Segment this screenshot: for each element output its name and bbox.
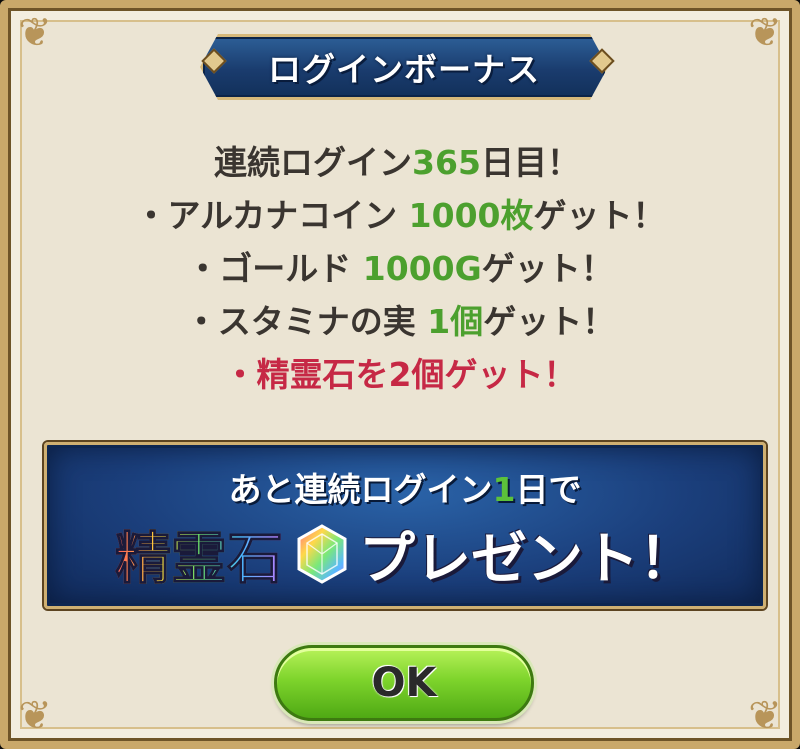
corner-ornament-icon: ❦ bbox=[18, 10, 52, 56]
reward-arcana-coin: ・アルカナコイン 1000枚ゲット！ bbox=[134, 196, 666, 235]
corner-ornament-icon: ❦ bbox=[748, 693, 782, 739]
corner-ornament-icon: ❦ bbox=[18, 693, 52, 739]
title-banner: ログインボーナス bbox=[200, 34, 608, 100]
spirit-stone-label: 精霊石 bbox=[115, 514, 284, 595]
present-label: プレゼント！ bbox=[359, 526, 695, 592]
consecutive-login-line: 連続ログイン365日目！ bbox=[214, 143, 580, 182]
login-bonus-dialog: ❦ ❦ ❦ ❦ ログインボーナス 連続ログイン365日目！ ・アルカナコイン 1… bbox=[0, 0, 800, 749]
reward-gold: ・ゴールド 1000Gゲット！ bbox=[186, 249, 614, 288]
reward-amount: 1000G bbox=[362, 249, 482, 288]
reward-amount: 1000枚 bbox=[408, 196, 534, 235]
rainbow-gem-icon bbox=[297, 524, 347, 584]
reward-amount: 1個 bbox=[427, 302, 484, 341]
days-remaining: 1 bbox=[492, 470, 516, 509]
next-bonus-reward: 精霊石 プレゼント！ bbox=[47, 519, 763, 592]
login-day-count: 365 bbox=[412, 143, 481, 182]
reward-list: 連続ログイン365日目！ ・アルカナコイン 1000枚ゲット！ ・ゴールド 10… bbox=[8, 136, 792, 401]
next-bonus-countdown: あと連続ログイン1日で bbox=[228, 470, 582, 509]
dialog-title: ログインボーナス bbox=[268, 50, 540, 89]
reward-stamina-fruit: ・スタミナの実 1個ゲット！ bbox=[184, 302, 616, 341]
next-bonus-panel: あと連続ログイン1日で 精霊石 プレゼント！ bbox=[44, 442, 766, 609]
ok-button-label: OK bbox=[371, 660, 437, 706]
reward-spirit-stone: ・精霊石を2個ゲット！ bbox=[223, 355, 577, 394]
corner-ornament-icon: ❦ bbox=[748, 10, 782, 56]
ok-button[interactable]: OK bbox=[274, 645, 534, 721]
